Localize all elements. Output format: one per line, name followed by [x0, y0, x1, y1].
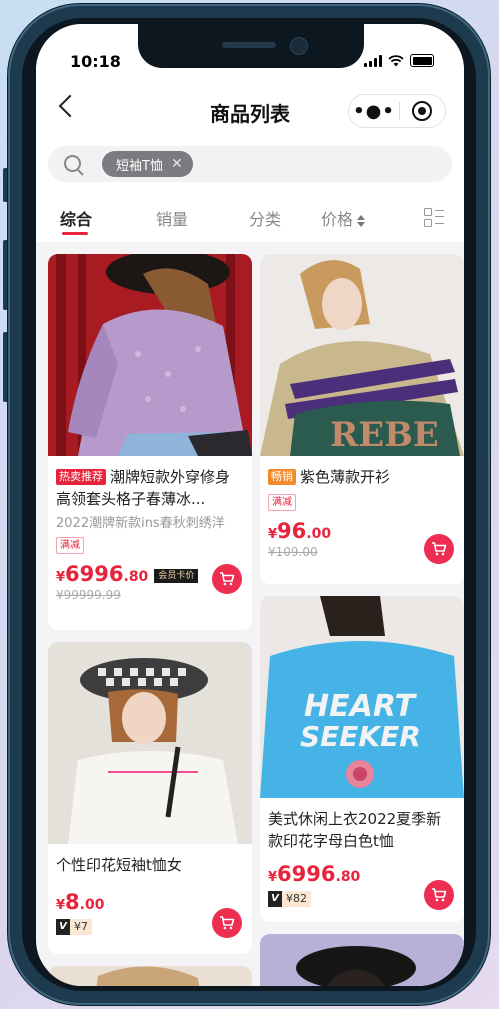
member-price-label: 会员卡价 — [154, 569, 199, 583]
wifi-icon — [388, 55, 404, 67]
hot-badge: 热卖推荐 — [56, 469, 106, 485]
bestseller-badge: 畅销 — [268, 469, 296, 485]
product-card[interactable] — [260, 934, 464, 986]
product-card[interactable] — [48, 966, 252, 986]
product-image — [260, 934, 464, 986]
product-subtitle: 2022潮牌新款ins春秋刺绣洋 — [56, 516, 225, 531]
chip-close-icon[interactable]: ✕ — [171, 156, 183, 172]
price-decimal: .80 — [123, 569, 149, 585]
more-dots-icon[interactable]: •●• — [349, 101, 399, 122]
product-title: 个性印花短袖t恤女 — [56, 856, 182, 874]
product-card[interactable]: HEART SEEKER 美式休闲上衣2022夏季新款印花字母白色t恤 ¥699… — [260, 596, 464, 922]
product-card[interactable]: 个性印花短袖t恤女 ¥8.00 V ¥7 — [48, 642, 252, 954]
price-currency: ¥ — [56, 570, 66, 585]
miniapp-close-icon[interactable] — [400, 101, 444, 121]
product-title: 美式休闲上衣2022夏季新款印花字母白色t恤 — [268, 810, 442, 850]
tshirt-print-line2: SEEKER — [300, 720, 421, 753]
original-price: ¥99999.99 — [56, 588, 121, 602]
layout-toggle-icon[interactable] — [424, 208, 446, 228]
promo-tag: 满减 — [56, 537, 84, 554]
tshirt-print-line1: HEART — [304, 689, 418, 724]
notch — [138, 24, 364, 68]
active-tab-indicator — [62, 232, 88, 235]
price-currency: ¥ — [268, 527, 278, 542]
search-input[interactable]: 短袖T恤 ✕ — [48, 146, 452, 182]
screen: 10:18 商品列表 •●• 短袖T恤 ✕ 综合 销量 分类 价格 热卖推荐 潮… — [36, 24, 464, 986]
miniapp-capsule: •●• — [348, 94, 446, 128]
navigation-bar: 商品列表 •●• — [36, 84, 464, 136]
product-image — [48, 966, 252, 986]
tab-category[interactable]: 分类 — [249, 206, 281, 230]
promo-tag: 满减 — [268, 494, 296, 511]
vip-icon: V — [56, 919, 70, 935]
tab-comprehensive[interactable]: 综合 — [60, 206, 92, 230]
search-icon — [64, 155, 81, 172]
signal-icon — [364, 55, 382, 67]
tab-price[interactable]: 价格 — [321, 206, 366, 230]
cart-icon[interactable] — [212, 908, 242, 938]
product-card[interactable]: REBE 畅销 紫色薄款开衫 满减 ¥96.00 ¥109.00 — [260, 254, 464, 584]
status-time: 10:18 — [70, 52, 121, 71]
tab-price-label: 价格 — [321, 210, 354, 229]
product-image: HEART SEEKER — [260, 596, 464, 798]
price-integer: 96 — [277, 519, 307, 543]
cart-icon[interactable] — [424, 880, 454, 910]
vip-price-badge: V ¥7 — [56, 919, 92, 935]
price-decimal: .00 — [79, 897, 105, 913]
product-image: REBE — [260, 254, 464, 456]
search-section: 短袖T恤 ✕ — [36, 136, 464, 192]
product-price: ¥8.00 — [56, 890, 244, 914]
price-decimal: .80 — [335, 869, 361, 885]
product-title-text: 紫色薄款开衫 — [300, 468, 391, 486]
product-image — [48, 254, 252, 456]
battery-icon — [410, 54, 434, 67]
product-card[interactable]: 热卖推荐 潮牌短款外穿修身高领套头格子春薄冰... 2022潮牌新款ins春秋刺绣… — [48, 254, 252, 630]
vip-icon: V — [268, 891, 282, 907]
vip-price: ¥7 — [74, 920, 88, 933]
product-feed[interactable]: 热卖推荐 潮牌短款外穿修身高领套头格子春薄冰... 2022潮牌新款ins春秋刺绣… — [36, 242, 464, 986]
cart-icon[interactable] — [212, 564, 242, 594]
price-currency: ¥ — [56, 898, 66, 913]
sort-arrows-icon — [357, 214, 366, 227]
search-keyword-chip[interactable]: 短袖T恤 ✕ — [102, 151, 193, 177]
price-currency: ¥ — [268, 870, 278, 885]
product-image — [48, 642, 252, 844]
price-integer: 6996 — [65, 562, 124, 586]
product-price: ¥6996.80 — [268, 862, 456, 886]
tab-sales[interactable]: 销量 — [156, 206, 188, 230]
price-decimal: .00 — [306, 526, 332, 542]
price-integer: 8 — [65, 890, 80, 914]
sort-tabs: 综合 销量 分类 价格 — [36, 192, 464, 242]
product-title: 畅销 紫色薄款开衫 — [268, 466, 456, 488]
cart-icon[interactable] — [424, 534, 454, 564]
product-title: 热卖推荐 潮牌短款外穿修身高领套头格子春薄冰... — [56, 466, 244, 510]
vip-price: ¥82 — [286, 892, 307, 905]
price-integer: 6996 — [277, 862, 336, 886]
chip-label: 短袖T恤 — [116, 158, 163, 174]
sweater-print-text: REBE — [330, 415, 439, 455]
vip-price-badge: V ¥82 — [268, 891, 311, 907]
